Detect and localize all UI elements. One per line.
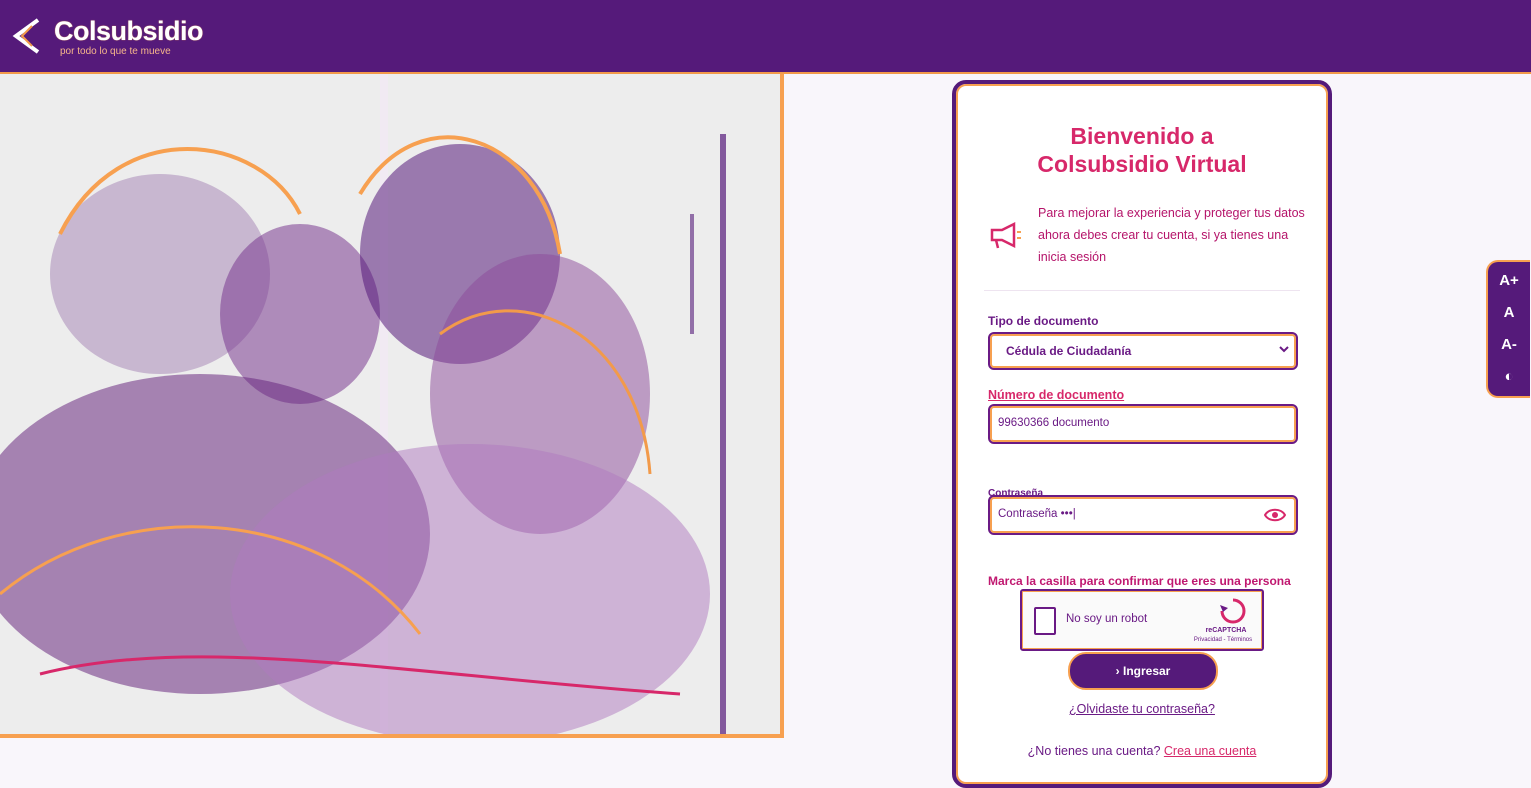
captcha-links[interactable]: Privacidad - Términos — [1188, 637, 1258, 643]
login-title-line2: Colsubsidio Virtual — [1037, 151, 1247, 177]
doc-type-value: Cédula de Ciudadanía — [1006, 344, 1132, 358]
login-title: Bienvenido a Colsubsidio Virtual — [956, 122, 1328, 178]
captcha-label: No soy un robot — [1066, 613, 1148, 625]
colsubsidio-logo[interactable]: Colsubsidio por todo lo que te mueve — [8, 14, 248, 62]
password-input[interactable]: Contraseña •••| — [988, 495, 1298, 535]
notice-text: Para mejorar la experiencia y proteger t… — [1038, 206, 1305, 264]
signup-line: ¿No tienes una cuenta? Crea una cuenta — [956, 744, 1328, 758]
doc-number-value: 99630366 documento — [998, 417, 1110, 429]
contrast-icon[interactable]: ◐ — [1488, 362, 1530, 392]
accessibility-toolbar: A+ A A- ◐ — [1486, 260, 1530, 398]
doc-number-input[interactable]: 99630366 documento — [988, 404, 1298, 444]
doc-type-select[interactable]: Cédula de Ciudadanía — [988, 332, 1298, 370]
doc-number-label: Número de documento — [988, 388, 1125, 402]
brand-tagline: por todo lo que te mueve — [60, 46, 171, 57]
megaphone-icon — [990, 221, 1021, 249]
captcha-brand: reCAPTCHA — [1205, 627, 1247, 634]
signup-link[interactable]: Crea una cuenta — [1164, 744, 1256, 758]
normal-font-button[interactable]: A — [1488, 298, 1530, 328]
captcha-checkbox[interactable] — [1034, 607, 1056, 635]
eye-icon[interactable] — [1264, 507, 1286, 523]
captcha-message: Marca la casilla para confirmar que eres… — [988, 574, 1291, 588]
hero-image — [0, 74, 784, 738]
login-card: Bienvenido a Colsubsidio Virtual Para me… — [952, 80, 1332, 788]
forgot-password-link[interactable]: ¿Olvidaste tu contraseña? — [956, 702, 1328, 716]
password-value: Contraseña •••| — [998, 508, 1076, 520]
notice-box: Para mejorar la experiencia y proteger t… — [986, 202, 1306, 270]
login-button[interactable]: › Ingresar — [1068, 652, 1218, 690]
signup-prompt: ¿No tienes una cuenta? — [1027, 744, 1161, 758]
chevron-down-icon — [1279, 346, 1289, 353]
brand-name: Colsubsidio — [54, 16, 204, 46]
recaptcha-widget: No soy un robot reCAPTCHA Privacidad - T… — [1020, 589, 1264, 651]
login-title-line1: Bienvenido a — [1070, 123, 1214, 149]
colsubsidio-mark-icon — [12, 18, 40, 54]
doc-type-label: Tipo de documento — [988, 314, 1099, 328]
divider — [984, 290, 1300, 291]
increase-font-button[interactable]: A+ — [1488, 266, 1530, 296]
decrease-font-button[interactable]: A- — [1488, 330, 1530, 360]
recaptcha-logo-icon — [1220, 598, 1246, 624]
header-bar: Colsubsidio por todo lo que te mueve — [0, 0, 1531, 74]
